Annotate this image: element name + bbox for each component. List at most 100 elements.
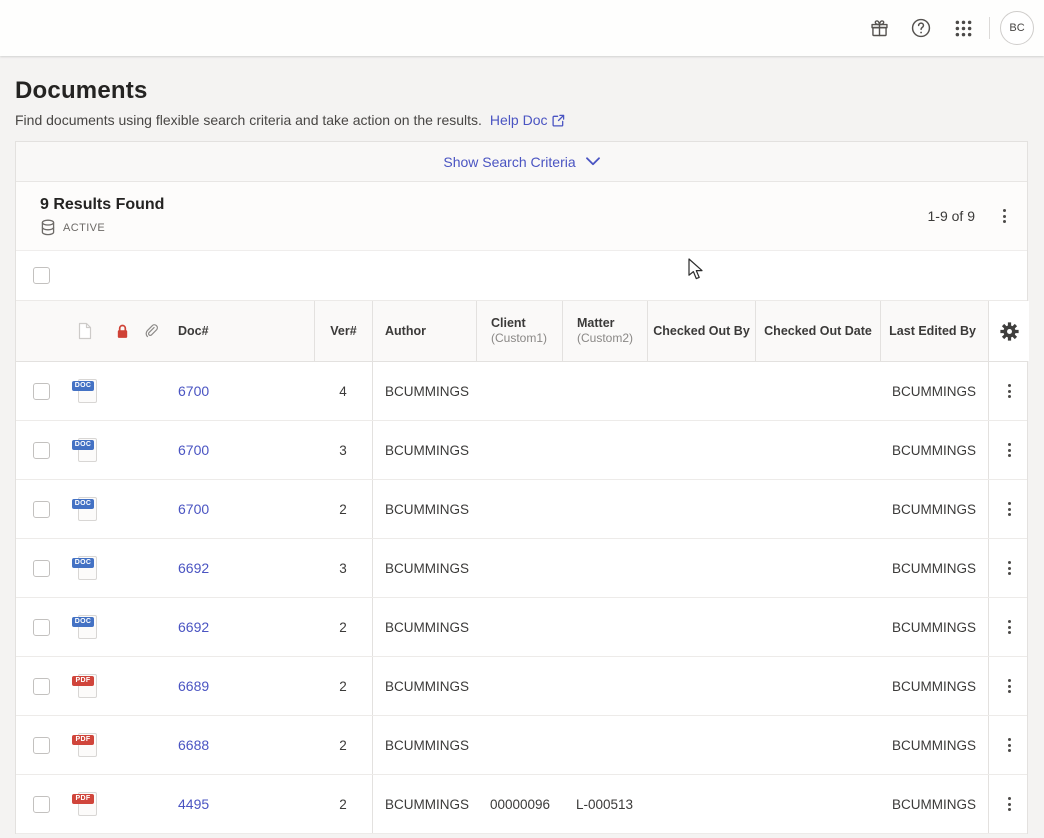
row-menu-button[interactable]: [994, 787, 1024, 821]
doc-number-link[interactable]: 6688: [178, 737, 209, 753]
row-checkbox[interactable]: [33, 737, 50, 754]
matter-cell: [562, 362, 647, 420]
row-menu-button[interactable]: [994, 551, 1024, 585]
doc-number-cell: 6692: [166, 539, 314, 597]
doc-file-icon[interactable]: DOC: [72, 436, 98, 464]
matter-cell: [562, 539, 647, 597]
doc-file-icon[interactable]: DOC: [72, 613, 98, 641]
chevron-down-icon: [586, 157, 600, 166]
row-menu-button[interactable]: [994, 728, 1024, 762]
version-cell: 2: [314, 480, 372, 538]
table-row: DOC 6692 3 BCUMMINGS BCUMMINGS: [16, 539, 1027, 598]
row-checkbox-cell: [16, 657, 62, 715]
file-badge: PDF: [72, 676, 94, 686]
client-cell: 00000096: [476, 775, 562, 833]
row-checkbox-cell: [16, 775, 62, 833]
doc-number-link[interactable]: 6700: [178, 501, 209, 517]
header-client[interactable]: Client (Custom1): [476, 301, 562, 361]
header-checked-out-by[interactable]: Checked Out By: [647, 301, 755, 361]
row-checkbox[interactable]: [33, 678, 50, 695]
doc-number-link[interactable]: 6692: [178, 619, 209, 635]
doc-number-cell: 6689: [166, 657, 314, 715]
checked-out-date-cell: [755, 657, 880, 715]
matter-cell: L-000513: [562, 775, 647, 833]
row-filetype-cell: DOC: [62, 480, 108, 538]
matter-cell: [562, 421, 647, 479]
doc-number-link[interactable]: 6692: [178, 560, 209, 576]
client-cell: [476, 716, 562, 774]
version-cell: 2: [314, 775, 372, 833]
doc-number-link[interactable]: 4495: [178, 796, 209, 812]
row-checkbox[interactable]: [33, 619, 50, 636]
row-filetype-cell: PDF: [62, 775, 108, 833]
header-attachment-column[interactable]: [136, 301, 166, 361]
table-body: DOC 6700 4 BCUMMINGS BCUMMINGS DOC: [16, 362, 1027, 834]
row-checkbox[interactable]: [33, 560, 50, 577]
row-checkbox[interactable]: [33, 383, 50, 400]
last-edited-by-cell: BCUMMINGS: [880, 598, 988, 656]
pdf-file-icon[interactable]: PDF: [72, 790, 98, 818]
row-menu-button[interactable]: [994, 433, 1024, 467]
row-menu-button[interactable]: [994, 492, 1024, 526]
select-all-checkbox[interactable]: [33, 267, 50, 284]
doc-file-icon[interactable]: DOC: [72, 495, 98, 523]
header-author[interactable]: Author: [372, 301, 476, 361]
doc-number-link[interactable]: 6700: [178, 383, 209, 399]
table-header: Doc# Ver# Author Client (Custom1) Matter…: [16, 301, 1027, 362]
pdf-file-icon[interactable]: PDF: [72, 672, 98, 700]
header-checkbox-spacer: [16, 301, 62, 361]
last-edited-by-cell: BCUMMINGS: [880, 421, 988, 479]
header-last-edited-by[interactable]: Last Edited By: [880, 301, 988, 361]
app-launcher-button[interactable]: [945, 10, 981, 46]
user-avatar[interactable]: BC: [1000, 11, 1034, 45]
show-search-criteria-toggle[interactable]: Show Search Criteria: [16, 142, 1027, 182]
doc-number-cell: 6700: [166, 362, 314, 420]
row-checkbox[interactable]: [33, 442, 50, 459]
matter-cell: [562, 657, 647, 715]
doc-number-link[interactable]: 6689: [178, 678, 209, 694]
row-actions-cell: [988, 657, 1029, 715]
paperclip-icon: [144, 323, 158, 340]
header-doctype-column[interactable]: [62, 301, 108, 361]
scope-badge: ACTIVE: [63, 222, 105, 234]
header-version[interactable]: Ver#: [314, 301, 372, 361]
last-edited-by-cell: BCUMMINGS: [880, 775, 988, 833]
pdf-file-icon[interactable]: PDF: [72, 731, 98, 759]
checked-out-date-cell: [755, 598, 880, 656]
row-checkbox[interactable]: [33, 796, 50, 813]
row-menu-button[interactable]: [994, 669, 1024, 703]
checked-out-by-cell: [647, 716, 755, 774]
doc-file-icon[interactable]: DOC: [72, 554, 98, 582]
row-actions-cell: [988, 716, 1029, 774]
table-row: DOC 6700 4 BCUMMINGS BCUMMINGS: [16, 362, 1027, 421]
author-cell: BCUMMINGS: [372, 775, 476, 833]
checked-out-date-cell: [755, 362, 880, 420]
author-cell: BCUMMINGS: [372, 480, 476, 538]
client-cell: [476, 421, 562, 479]
table-row: PDF 6688 2 BCUMMINGS BCUMMINGS: [16, 716, 1027, 775]
doc-number-cell: 6700: [166, 421, 314, 479]
checked-out-date-cell: [755, 775, 880, 833]
header-doc-number[interactable]: Doc#: [166, 301, 314, 361]
results-menu-button[interactable]: [989, 199, 1019, 233]
header-matter[interactable]: Matter (Custom2): [562, 301, 647, 361]
header-lock-column[interactable]: [108, 301, 136, 361]
row-checkbox[interactable]: [33, 501, 50, 518]
doc-file-icon[interactable]: DOC: [72, 377, 98, 405]
row-menu-button[interactable]: [994, 610, 1024, 644]
row-menu-button[interactable]: [994, 374, 1024, 408]
column-settings-button[interactable]: [988, 301, 1029, 361]
file-badge: DOC: [72, 440, 94, 450]
row-checkbox-cell: [16, 539, 62, 597]
help-doc-link[interactable]: Help Doc: [490, 112, 565, 128]
doc-number-link[interactable]: 6700: [178, 442, 209, 458]
results-summary-bar: 9 Results Found ACTIVE 1-9 of 9: [16, 182, 1027, 251]
help-button[interactable]: [903, 10, 939, 46]
last-edited-by-cell: BCUMMINGS: [880, 362, 988, 420]
header-checked-out-date[interactable]: Checked Out Date: [755, 301, 880, 361]
checked-out-by-cell: [647, 362, 755, 420]
whats-new-button[interactable]: [861, 10, 897, 46]
doc-number-cell: 4495: [166, 775, 314, 833]
row-filetype-cell: DOC: [62, 598, 108, 656]
gift-icon: [869, 18, 890, 39]
